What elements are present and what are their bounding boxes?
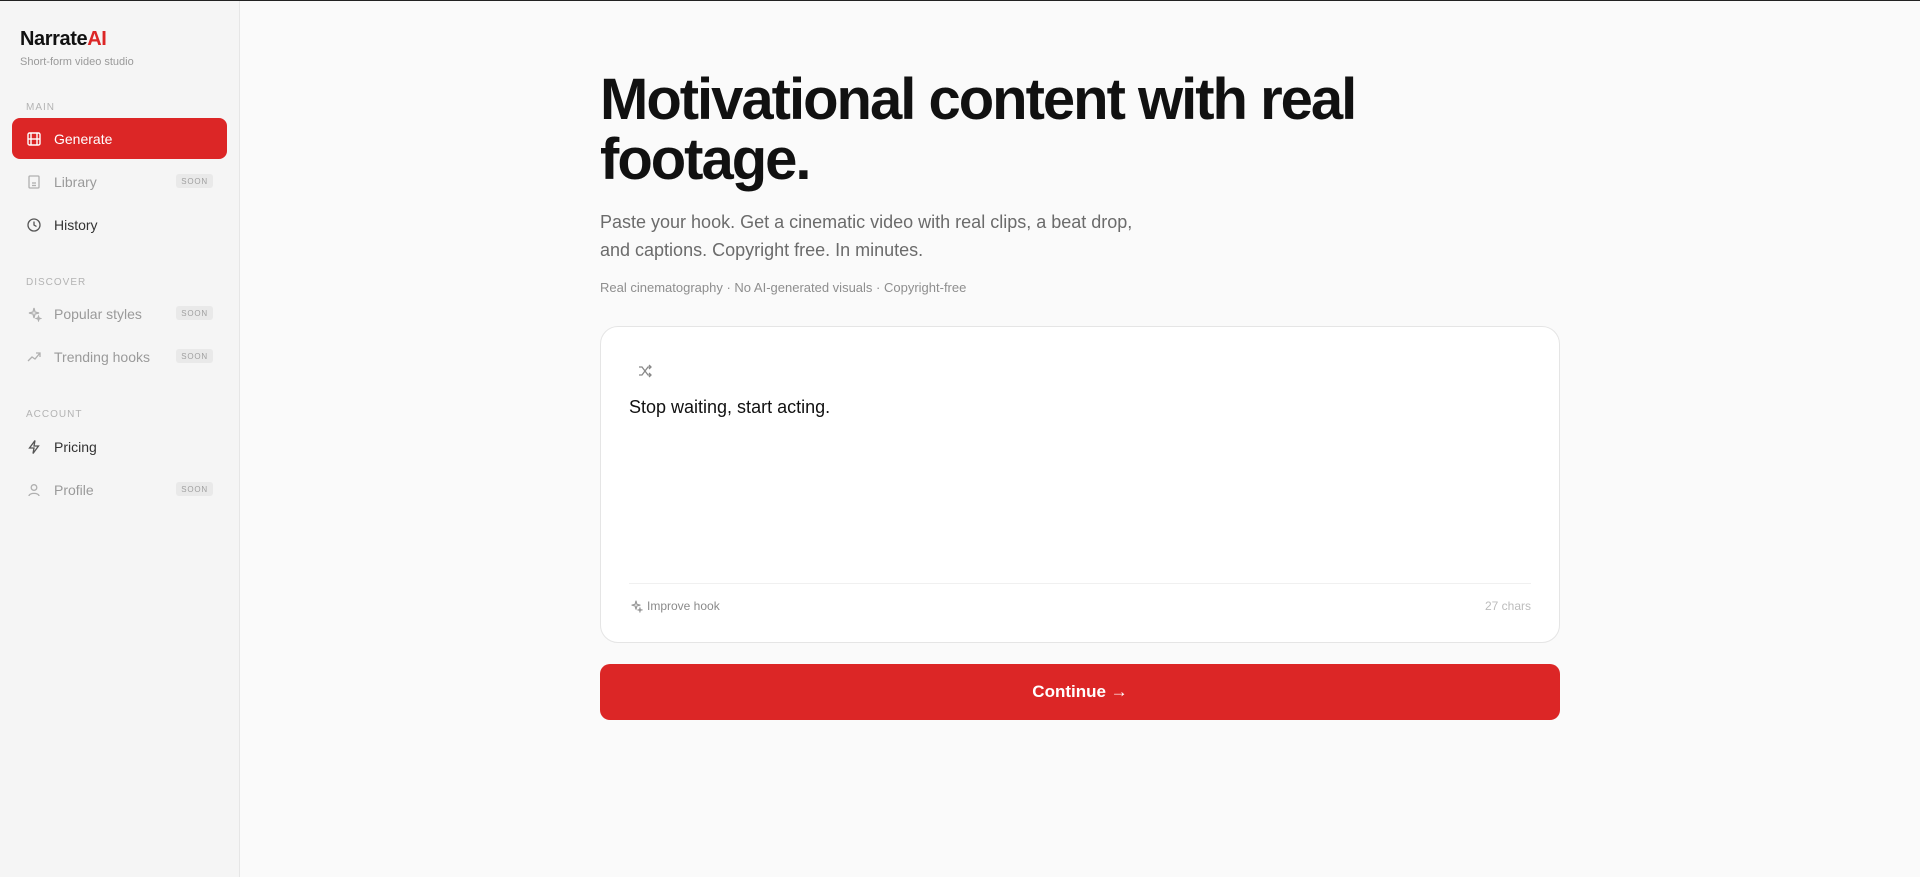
page-title: Motivational content with real footage. <box>600 67 1357 192</box>
hook-input[interactable]: Stop waiting, start acting. <box>629 397 1529 547</box>
user-icon <box>26 482 42 498</box>
continue-button[interactable]: Continue → <box>600 664 1560 720</box>
trending-up-icon <box>26 349 42 365</box>
brand-tagline: Short-form video studio <box>20 56 134 68</box>
sidebar-item-generate[interactable]: Generate <box>12 118 227 159</box>
soon-badge: SOON <box>176 174 213 188</box>
lightning-icon <box>26 439 42 455</box>
hook-card: Stop waiting, start acting. Improve hook… <box>600 326 1560 643</box>
sidebar-item-trending-hooks[interactable]: Trending hooks SOON <box>12 336 227 377</box>
sidebar-item-label: Library <box>54 173 97 190</box>
sidebar-item-pricing[interactable]: Pricing <box>12 426 227 467</box>
section-label-discover: DISCOVER <box>26 277 87 288</box>
sidebar-item-label: Popular styles <box>54 305 142 322</box>
card-divider <box>629 583 1531 584</box>
sparkles-icon <box>26 306 42 322</box>
sidebar-item-label: History <box>54 216 98 233</box>
clock-icon <box>26 217 42 233</box>
sidebar-item-label: Trending hooks <box>54 348 150 365</box>
top-border <box>0 0 1920 1</box>
shuffle-icon[interactable] <box>637 363 653 379</box>
soon-badge: SOON <box>176 306 213 320</box>
sidebar: NarrateAI Short-form video studio MAIN G… <box>0 1 240 877</box>
sparkles-icon <box>631 600 643 613</box>
sidebar-item-label: Pricing <box>54 438 97 455</box>
sidebar-item-library[interactable]: Library SOON <box>12 161 227 202</box>
sidebar-item-label: Generate <box>54 130 113 147</box>
char-count: 27 chars <box>1484 599 1531 613</box>
soon-badge: SOON <box>176 482 213 496</box>
improve-hook-label: Improve hook <box>647 599 720 613</box>
sidebar-item-history[interactable]: History <box>12 204 227 245</box>
page-subtitle: Paste your hook. Get a cinematic video w… <box>600 212 1133 260</box>
improve-hook-button[interactable]: Improve hook <box>629 599 720 613</box>
sidebar-item-profile[interactable]: Profile SOON <box>12 469 227 510</box>
sidebar-item-label: Profile <box>54 481 94 498</box>
brand-logo[interactable]: NarrateAI <box>20 28 107 51</box>
library-icon <box>26 174 42 190</box>
section-label-main: MAIN <box>26 102 55 113</box>
film-icon <box>26 131 42 147</box>
feature-tagline: Real cinematography · No AI-generated vi… <box>600 280 967 295</box>
section-label-account: ACCOUNT <box>26 409 83 420</box>
soon-badge: SOON <box>176 349 213 363</box>
sidebar-item-popular-styles[interactable]: Popular styles SOON <box>12 293 227 334</box>
